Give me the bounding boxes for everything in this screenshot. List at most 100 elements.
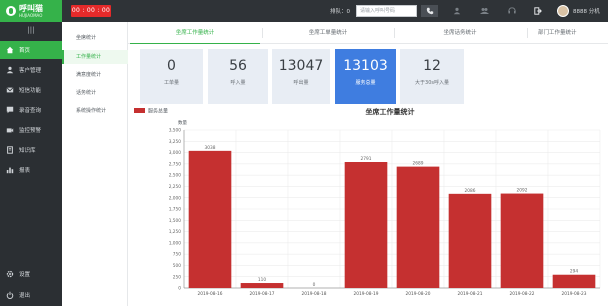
sidebar-item-recordings[interactable]: 录音查询 (0, 101, 62, 119)
logo: 呼叫猫 HUJIAOMAO (0, 0, 62, 22)
y-tick-label: 3,500 (169, 128, 182, 134)
headset-button[interactable] (506, 5, 518, 17)
logo-text-group: 呼叫猫 HUJIAOMAO (19, 4, 43, 18)
camera-icon (6, 126, 14, 134)
group-button[interactable] (478, 5, 490, 17)
y-tick-label: 1,750 (169, 207, 182, 213)
data-label: 3038 (205, 145, 216, 151)
x-tick-label: 2019-08-16 (198, 291, 223, 297)
logo-subtext: HUJIAOMAO (19, 13, 43, 18)
home-icon (6, 46, 14, 54)
y-tick-label: 3,250 (169, 139, 182, 145)
agent-status-button[interactable] (451, 5, 463, 17)
bar (188, 150, 232, 288)
y-tick-label: 3,000 (169, 150, 182, 156)
main-content: 坐席工作量统计 坐席工单量统计 坐席话务统计 部门工作量统计 0 工单量 56 … (128, 22, 608, 306)
user-extension[interactable]: 8888 分机 (573, 7, 600, 15)
bar (448, 193, 492, 288)
sidebar: ||| 首页 客户管理 短信功能 录音查询 监控预警 知识库 报表 设置 退出 (0, 22, 62, 306)
y-tick-label: 1,000 (169, 240, 182, 246)
bar (396, 166, 440, 288)
bar (552, 274, 596, 288)
avatar[interactable] (557, 5, 569, 17)
y-tick-label: 2,250 (169, 184, 182, 190)
user-icon (6, 66, 14, 74)
power-icon (6, 291, 14, 299)
x-tick-label: 2019-08-20 (406, 291, 431, 297)
x-tick-label: 2019-08-19 (354, 291, 379, 297)
data-label: 0 (313, 282, 316, 288)
signout-button[interactable] (532, 5, 544, 17)
sidebar-item-settings[interactable]: 设置 (0, 265, 62, 283)
data-label: 294 (570, 269, 578, 275)
y-tick-label: 1,250 (169, 229, 182, 235)
subnav-item-traffic[interactable]: 话务统计 (62, 86, 128, 100)
sidebar-item-label: 客户管理 (19, 68, 42, 74)
chart-title: 坐席工作量统计 (366, 107, 415, 116)
sidebar-item-label: 录音查询 (19, 108, 42, 114)
bar (344, 162, 388, 288)
y-axis-label: 数量 (178, 119, 187, 126)
workload-bar-chart: 服务总量 坐席工作量统计数量 0 250 500 750 1,000 1,250 1,500 1,… (134, 107, 601, 297)
chart-icon (6, 166, 14, 174)
subnav-item-agent-stats[interactable]: 坐席统计 (62, 31, 128, 45)
book-icon (6, 146, 14, 154)
person-icon (453, 7, 461, 15)
menu-icon: ||| (27, 26, 35, 34)
data-label: 2086 (465, 188, 476, 194)
y-tick-label: 2,750 (169, 161, 182, 167)
data-label: 2791 (361, 156, 372, 162)
sidebar-item-monitor[interactable]: 监控预警 (0, 121, 62, 139)
subnav-item-workload[interactable]: 工作量统计 (62, 50, 128, 64)
logo-text: 呼叫猫 (19, 4, 43, 13)
phone-icon (426, 7, 433, 15)
sidebar-item-customers[interactable]: 客户管理 (0, 61, 62, 79)
y-tick-label: 750 (173, 252, 181, 258)
x-tick-label: 2019-08-21 (458, 291, 483, 297)
sidebar-item-label: 短信功能 (19, 88, 42, 94)
subnav-item-system-ops[interactable]: 系统操作统计 (62, 104, 128, 118)
dial-input[interactable]: 请输入呼叫号码 (356, 5, 417, 17)
sidebar-item-knowledge[interactable]: 知识库 (0, 141, 62, 159)
queue-status: 排队：0 (330, 7, 350, 15)
sidebar-item-logout[interactable]: 退出 (0, 286, 62, 304)
x-tick-label: 2019-08-18 (302, 291, 327, 297)
x-tick-label: 2019-08-22 (510, 291, 535, 297)
y-tick-label: 500 (173, 263, 181, 269)
data-label: 2689 (413, 161, 424, 167)
logo-icon (6, 6, 16, 16)
sidebar-item-label: 监控预警 (19, 128, 42, 134)
group-icon (479, 8, 489, 14)
headset-icon (508, 7, 516, 14)
sidebar-item-home[interactable]: 首页 (0, 41, 62, 59)
sidebar-item-label: 报表 (19, 168, 31, 174)
report-subnav: 坐席统计 工作量统计 满意度统计 话务统计 系统操作统计 (62, 22, 128, 306)
legend-swatch (134, 108, 145, 113)
sidebar-item-sms[interactable]: 短信功能 (0, 81, 62, 99)
call-timer: 00 : 00 : 00 (71, 5, 111, 17)
app-root: 呼叫猫 HUJIAOMAO 00 : 00 : 00 排队：0 请输入呼叫号码 … (0, 0, 608, 306)
signout-icon (534, 7, 542, 15)
data-label: 110 (258, 277, 266, 283)
bar (240, 283, 284, 288)
subnav-item-satisfaction[interactable]: 满意度统计 (62, 68, 128, 82)
y-tick-label: 0 (178, 286, 181, 292)
sidebar-item-label: 退出 (19, 293, 31, 299)
call-button[interactable] (421, 5, 438, 17)
chat-icon (6, 106, 14, 114)
x-tick-label: 2019-08-17 (250, 291, 275, 297)
mail-icon (6, 86, 14, 94)
y-tick-label: 2,500 (169, 173, 182, 179)
y-tick-label: 2,000 (169, 195, 182, 201)
legend-label: 服务总量 (148, 108, 168, 115)
sidebar-item-label: 知识库 (19, 148, 36, 154)
data-label: 2092 (517, 188, 528, 194)
queue-count: 0 (346, 9, 351, 15)
queue-label: 排队： (330, 9, 347, 15)
sidebar-item-label: 首页 (19, 48, 31, 54)
top-bar: 呼叫猫 HUJIAOMAO 00 : 00 : 00 排队：0 请输入呼叫号码 … (0, 0, 608, 22)
collapse-menu-button[interactable]: ||| (0, 22, 62, 38)
sidebar-item-reports[interactable]: 报表 (0, 161, 62, 179)
y-tick-label: 1,500 (169, 218, 182, 224)
x-tick-label: 2019-08-23 (562, 291, 587, 297)
